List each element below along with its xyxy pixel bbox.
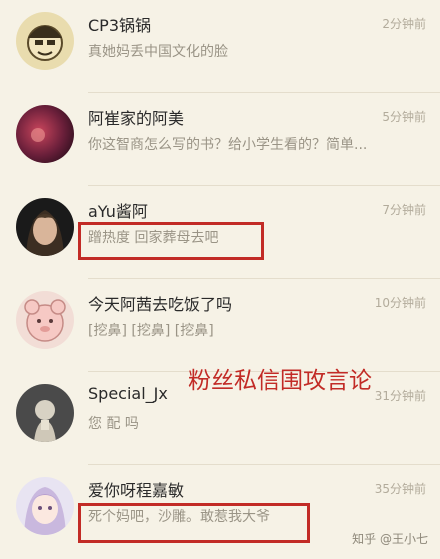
- avatar[interactable]: [16, 291, 74, 349]
- message-preview: 您 配 吗: [88, 416, 139, 432]
- highlight-box: [78, 503, 310, 543]
- sender-name: aYu酱阿: [88, 202, 148, 221]
- annotation-text: 粉丝私信围攻言论: [188, 368, 372, 394]
- message-list: CP3锅锅 2分钟前 真她妈丢中国文化的脸 阿崔家的阿美 5分钟前 你这智商怎么…: [0, 0, 440, 559]
- sender-name: 阿崔家的阿美: [88, 109, 185, 128]
- message-preview: [挖鼻] [挖鼻] [挖鼻]: [88, 323, 214, 339]
- message-preview: 你这智商怎么写的书？给小学生看的？简单...: [88, 137, 368, 153]
- sender-name: CP3锅锅: [88, 16, 152, 35]
- avatar[interactable]: [16, 477, 74, 535]
- message-time: 5分钟前: [382, 110, 426, 124]
- sender-name: 爱你呀程嘉敏: [88, 481, 185, 500]
- message-time: 35分钟前: [374, 482, 426, 496]
- message-time: 2分钟前: [382, 17, 426, 31]
- message-preview: 真她妈丢中国文化的脸: [88, 44, 228, 60]
- sender-name: Special_Jx: [88, 384, 168, 403]
- avatar[interactable]: [16, 384, 74, 442]
- message-time: 7分钟前: [382, 203, 426, 217]
- message-row[interactable]: CP3锅锅 2分钟前 真她妈丢中国文化的脸: [0, 0, 440, 93]
- avatar[interactable]: [16, 198, 74, 256]
- highlight-box: [78, 222, 264, 260]
- sender-name: 今天阿茜去吃饭了吗: [88, 295, 233, 314]
- avatar[interactable]: [16, 12, 74, 70]
- message-row[interactable]: 阿崔家的阿美 5分钟前 你这智商怎么写的书？给小学生看的？简单...: [0, 93, 440, 186]
- message-row[interactable]: 今天阿茜去吃饭了吗 10分钟前 [挖鼻] [挖鼻] [挖鼻]: [0, 279, 440, 372]
- avatar[interactable]: [16, 105, 74, 163]
- watermark: 知乎 @王小七: [352, 532, 428, 546]
- message-time: 10分钟前: [374, 296, 426, 310]
